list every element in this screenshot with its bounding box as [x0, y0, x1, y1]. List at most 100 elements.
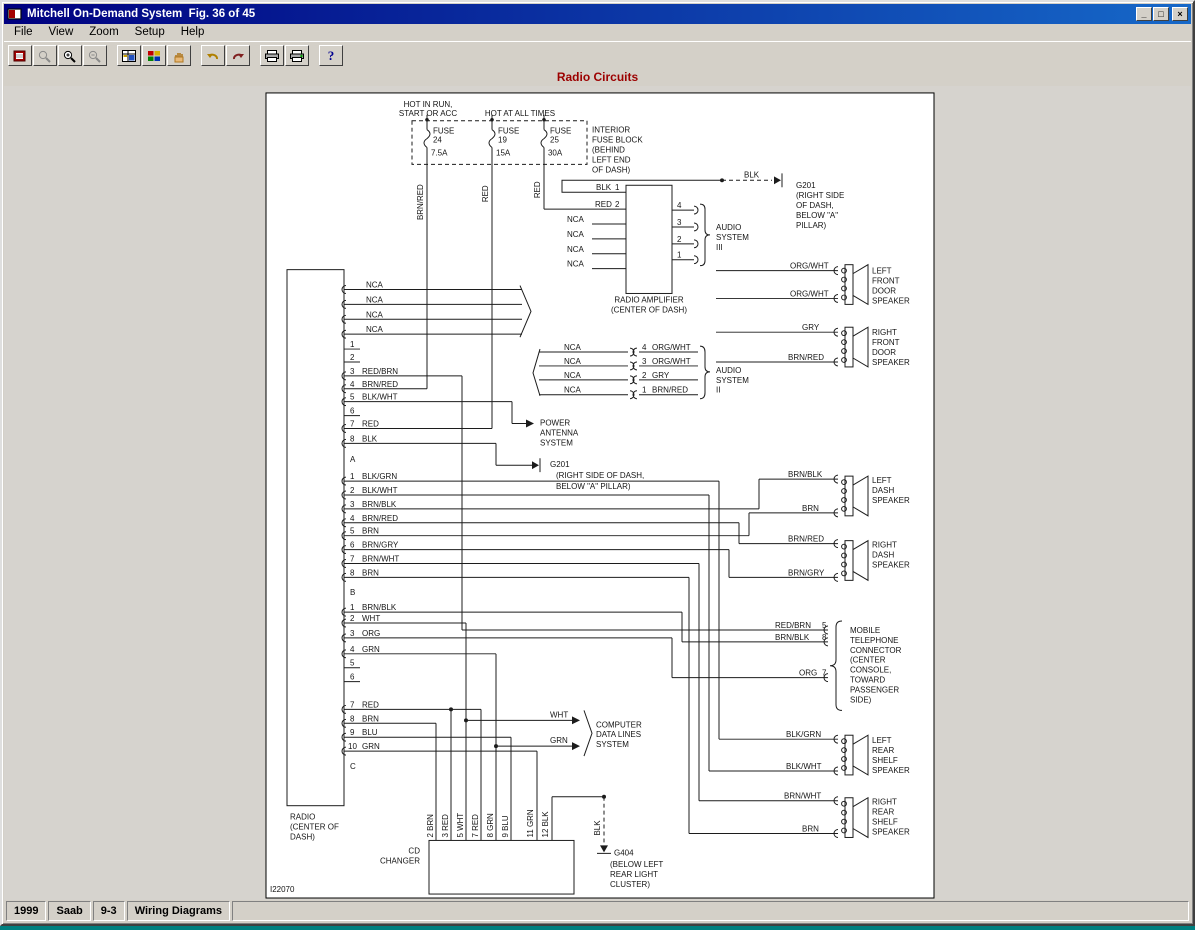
pinC4: 4 [350, 645, 355, 654]
lf-name-1: LEFT [872, 267, 892, 276]
cd-pin-8: 8 GRN [486, 813, 495, 838]
mob-name-2: TELEPHONE [850, 636, 898, 645]
g404-2: (BELOW LEFT [610, 860, 663, 869]
ld-wire-2: BRN [802, 504, 819, 513]
help-button[interactable]: ? [319, 45, 343, 66]
figure-id: I22070 [270, 885, 295, 894]
radio-name-3: DASH) [290, 832, 315, 841]
print-icon [265, 49, 279, 62]
rd-wire-2: BRN/GRY [788, 568, 825, 577]
fuse-block-3: (BEHIND [592, 146, 625, 155]
pinA3-wire: RED/BRN [362, 367, 398, 376]
g201-mid-name: G201 [550, 460, 570, 469]
pinB6: 6 [350, 541, 355, 550]
wire-blk-top: BLK [744, 170, 760, 179]
lrs-name-3: SHELF [872, 756, 898, 765]
pan-button[interactable] [167, 45, 191, 66]
pinB4: 4 [350, 514, 355, 523]
minimize-button[interactable]: _ [1136, 7, 1152, 21]
lf-wire-1: ORG/WHT [790, 262, 829, 271]
figure-title-bar: Radio Circuits [4, 69, 1191, 86]
help-icon: ? [327, 47, 335, 63]
app-icon [7, 7, 23, 21]
mob-pin-8: 8 [822, 633, 827, 642]
lrs-name-2: REAR [872, 746, 894, 755]
lf-name-3: DOOR [872, 286, 896, 295]
close-button[interactable]: × [1172, 7, 1188, 21]
mob-wire-3: ORG [799, 669, 817, 678]
radio-amplifier-box [625, 184, 673, 294]
amp-pin2: 2 [615, 200, 620, 209]
menu-help[interactable]: Help [173, 25, 213, 40]
audio3-3: III [716, 243, 723, 252]
menu-setup[interactable]: Setup [127, 25, 173, 40]
zoom-out-button[interactable] [83, 45, 107, 66]
a2-nca-3: NCA [564, 371, 582, 380]
print-options-icon [290, 49, 304, 62]
zoom-page-button[interactable] [33, 45, 57, 66]
cd-pin-11: 11 GRN [526, 809, 535, 837]
minimize-icon: _ [1141, 8, 1147, 19]
pinC10: 10 [348, 742, 357, 751]
pinC1-wire: BRN/BLK [362, 603, 397, 612]
wire-red-vert-1: RED [481, 185, 490, 202]
color-key-button[interactable] [142, 45, 166, 66]
radio-name-1: RADIO [290, 813, 315, 822]
lrs-wire-1: BLK/GRN [786, 730, 821, 739]
mob-name-8: SIDE) [850, 695, 872, 704]
pinC5: 5 [350, 659, 355, 668]
lrs-wire-2: BLK/WHT [786, 762, 822, 771]
undo-button[interactable] [201, 45, 225, 66]
pinB2: 2 [350, 486, 355, 495]
maximize-icon: □ [1158, 8, 1164, 19]
amp-nca-4: NCA [567, 260, 585, 269]
maximize-button[interactable]: □ [1153, 7, 1169, 21]
redo-button[interactable] [226, 45, 250, 66]
g201-top-3: OF DASH, [796, 201, 834, 210]
g404-wire: BLK [593, 820, 602, 836]
pinB7: 7 [350, 555, 355, 564]
pinC1: 1 [350, 603, 355, 612]
cdl-wht: WHT [550, 710, 568, 719]
figure-list-button[interactable] [8, 45, 32, 66]
wiring-diagram[interactable]: HOT IN RUN,START OR ACC HOT AT ALL TIMES F… [4, 86, 1191, 900]
fuse19-number: 19 [498, 136, 507, 145]
menu-zoom[interactable]: Zoom [81, 25, 126, 40]
print-options-button[interactable] [285, 45, 309, 66]
cd-pin-7: 7 RED [471, 814, 480, 838]
cd-name-2: CHANGER [380, 856, 420, 865]
fuse24-rating: 7.5A [431, 149, 448, 158]
a2-pin-1: 1 [642, 386, 647, 395]
title-bar[interactable]: Mitchell On-Demand System Fig. 36 of 45 … [4, 4, 1191, 24]
zoom-in-button[interactable] [58, 45, 82, 66]
a2-pin-2: 2 [642, 371, 647, 380]
status-make: Saab [48, 901, 91, 921]
window-controls: _ □ × [1136, 7, 1188, 21]
fuse-block-5: OF DASH) [592, 165, 631, 174]
radio-name-2: (CENTER OF [290, 823, 339, 832]
pinC9-wire: BLU [362, 728, 378, 737]
amp-out-4: 4 [677, 201, 682, 210]
toolbar: ? [4, 41, 1191, 69]
pinA7-wire: RED [362, 420, 379, 429]
pinB7-wire: BRN/WHT [362, 555, 399, 564]
radio-nca-4: NCA [366, 325, 384, 334]
pinC4-wire: GRN [362, 645, 380, 654]
menu-file[interactable]: File [6, 25, 41, 40]
enhanced-view-button[interactable] [117, 45, 141, 66]
audio3-1: AUDIO [716, 223, 741, 232]
fuse24-number: 24 [433, 136, 442, 145]
pinA8-wire: BLK [362, 434, 378, 443]
menu-view[interactable]: View [41, 25, 82, 40]
mob-pin-7: 7 [822, 669, 827, 678]
redo-icon [233, 53, 244, 59]
undo-icon [207, 53, 218, 59]
pinA3: 3 [350, 367, 355, 376]
g201-mid-3: BELOW "A" PILLAR) [556, 482, 631, 491]
print-button[interactable] [260, 45, 284, 66]
rrs-name-1: RIGHT [872, 798, 897, 807]
audio3-2: SYSTEM [716, 233, 749, 242]
pinC8-wire: BRN [362, 714, 379, 723]
rrs-wire-2: BRN [802, 825, 819, 834]
rf-wire-1: GRY [802, 323, 820, 332]
